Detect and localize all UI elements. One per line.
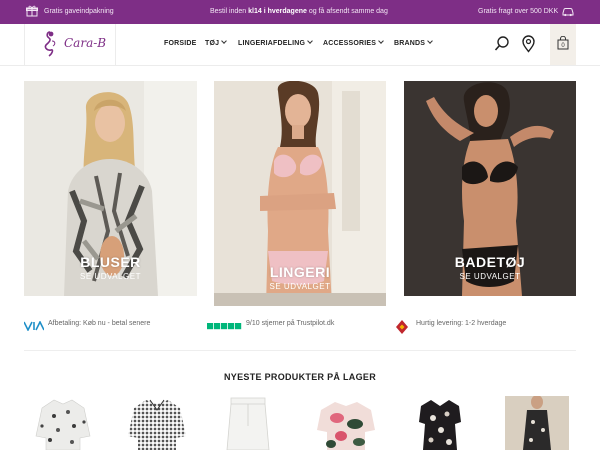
logo-figure-icon	[44, 31, 56, 57]
car-icon	[562, 8, 574, 17]
category-tile-badetoj[interactable]: BADETØJ SE UDVALGET	[404, 81, 576, 296]
trustpilot-stars-icon	[207, 323, 242, 330]
section-title: NYESTE PRODUKTER PÅ LAGER	[223, 372, 376, 382]
location-pin-icon[interactable]	[522, 35, 535, 53]
search-icon[interactable]	[494, 35, 510, 53]
product-image-floral-shirt	[35, 399, 91, 450]
nav-item-lingeriafdeling[interactable]: LINGERIAFDELING	[238, 38, 314, 47]
promo-bar: Gratis gaveindpakning Bestil inden kl14 …	[0, 0, 600, 24]
tile-subtitle: SE UDVALGET	[80, 272, 141, 281]
logo-text: Cara-B	[64, 36, 107, 50]
free-shipping-text: Gratis fragt over 500 DKK	[478, 8, 559, 15]
product-card[interactable]	[122, 396, 192, 450]
nav-item-brands[interactable]: BRANDS	[394, 38, 433, 47]
via-logo-icon	[24, 321, 44, 331]
product-image-white-skirt	[226, 397, 270, 450]
divider	[24, 350, 576, 351]
chevron-down-icon	[427, 38, 433, 44]
category-tile-bluser[interactable]: BLUSER SE UDVALGET	[24, 81, 197, 296]
product-card[interactable]	[213, 396, 283, 450]
product-image-floral-dress	[419, 400, 461, 450]
product-card[interactable]	[503, 396, 573, 450]
deadline-bold: kl14 i hverdagene	[248, 8, 307, 15]
logo[interactable]: Cara-B	[24, 24, 116, 65]
category-tile-lingeri[interactable]: LINGERI SE UDVALGET	[214, 81, 386, 306]
tile-subtitle: SE UDVALGET	[269, 282, 331, 291]
nav-item-toj[interactable]: TØJ	[205, 38, 228, 47]
shipping-deadline-text: Bestil inden kl14 i hverdagene og få afs…	[210, 8, 388, 15]
product-image-tropical-top	[317, 402, 375, 450]
product-card[interactable]	[28, 396, 98, 450]
trust-trustpilot-text: 9/10 stjerner på Trustpilot.dk	[246, 320, 335, 327]
gift-wrap-text: Gratis gaveindpakning	[44, 8, 114, 15]
gift-icon	[26, 5, 38, 17]
product-card[interactable]	[405, 396, 475, 450]
product-card[interactable]	[311, 396, 381, 450]
chevron-down-icon	[378, 38, 384, 44]
site-header: Cara-B FORSIDE TØJ LINGERIAFDELING ACCES…	[0, 24, 600, 66]
tile-title: LINGERI	[269, 264, 331, 280]
product-image-gingham-shirt	[128, 399, 186, 450]
chevron-down-icon	[221, 38, 228, 44]
tile-title: BADETØJ	[454, 254, 526, 270]
delivery-badge-icon	[396, 320, 408, 334]
product-image-model-dress	[503, 396, 573, 450]
nav-item-forside[interactable]: FORSIDE	[164, 40, 197, 47]
nav-item-accessories[interactable]: ACCESSORIES	[323, 38, 384, 47]
trust-payment-text: Afbetaling: Køb nu - betal senere	[48, 320, 151, 327]
cart-button[interactable]: 0	[550, 24, 576, 65]
tile-subtitle: SE UDVALGET	[459, 272, 521, 281]
trust-delivery-text: Hurtig levering: 1-2 hverdage	[416, 320, 507, 327]
tile-title: BLUSER	[80, 254, 141, 270]
cart-count: 0	[561, 43, 565, 49]
chevron-down-icon	[307, 38, 314, 44]
